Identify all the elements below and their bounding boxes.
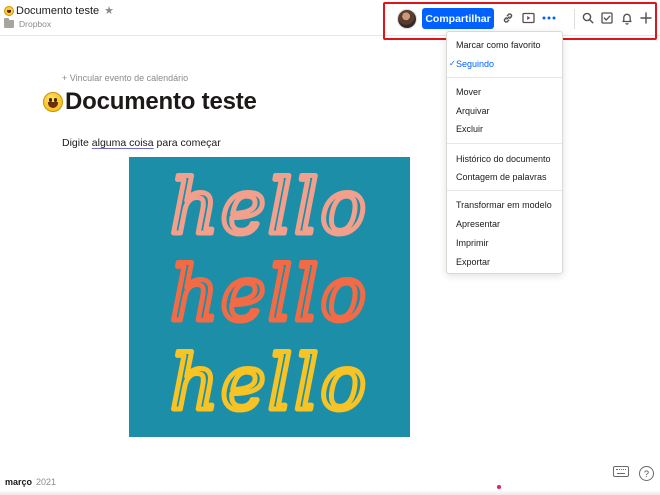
menu-item-following[interactable]: Seguindo [456, 57, 494, 71]
check-icon: ✓ [449, 59, 456, 68]
doc-title[interactable]: Documento teste [16, 5, 99, 17]
star-icon[interactable]: ★ [104, 4, 114, 17]
search-icon[interactable] [580, 10, 596, 26]
present-icon[interactable] [520, 10, 536, 26]
plus-icon[interactable] [638, 10, 654, 26]
more-icon[interactable] [541, 10, 557, 26]
hello-text-1: hello [170, 162, 368, 251]
footer-month: março [5, 477, 33, 487]
breadcrumb-folder[interactable]: Dropbox [19, 19, 51, 29]
doc-title-row[interactable]: Documento teste ★ [4, 4, 114, 17]
avatar[interactable] [397, 9, 417, 29]
body-text-underlined: alguma coisa [91, 137, 154, 149]
breadcrumb[interactable]: Dropbox [4, 18, 51, 29]
share-button[interactable]: Compartilhar [422, 8, 494, 29]
menu-item-present[interactable]: Apresentar [456, 217, 500, 231]
bell-icon[interactable] [619, 10, 635, 26]
menu-item-template[interactable]: Transformar em modelo [456, 198, 552, 212]
menu-item-export[interactable]: Exportar [456, 255, 490, 269]
help-icon[interactable]: ? [639, 466, 654, 481]
menu-item-move[interactable]: Mover [456, 85, 481, 99]
smiley-emoji-icon [43, 92, 63, 112]
doc-body-paragraph[interactable]: Digite alguma coisa para começar [62, 137, 221, 149]
checkbox-icon[interactable] [599, 10, 615, 26]
menu-divider [447, 77, 562, 78]
smiley-emoji-icon [4, 5, 14, 16]
menu-item-delete[interactable]: Excluir [456, 122, 483, 136]
more-options-menu: Marcar como favorito ✓ Seguindo Mover Ar… [446, 31, 563, 274]
toolbar-divider [574, 9, 575, 29]
page-title-text[interactable]: Documento teste [65, 88, 257, 116]
folder-icon [4, 18, 14, 28]
menu-divider [447, 190, 562, 191]
hello-image[interactable]: hello hello hello [129, 157, 410, 437]
link-calendar-event[interactable]: + Vincular evento de calendário [62, 73, 188, 83]
footer-date: março 2021 [5, 477, 56, 487]
menu-item-print[interactable]: Imprimir [456, 236, 489, 250]
notification-dot [497, 485, 501, 489]
hello-text-2: hello [170, 249, 368, 338]
bottom-edge [0, 490, 660, 495]
body-text-end: para começar [153, 137, 221, 149]
menu-item-archive[interactable]: Arquivar [456, 104, 490, 118]
menu-divider [447, 143, 562, 144]
body-text-start: Digite [62, 137, 92, 149]
keyboard-shortcuts-icon[interactable] [613, 466, 629, 477]
menu-item-favorite[interactable]: Marcar como favorito [456, 38, 541, 52]
page-title[interactable]: Documento teste [43, 88, 257, 116]
menu-item-history[interactable]: Histórico do documento [456, 152, 551, 166]
menu-item-word-count[interactable]: Contagem de palavras [456, 170, 547, 184]
hello-text-3: hello [170, 338, 368, 427]
link-icon[interactable] [500, 10, 516, 26]
footer-year: 2021 [36, 477, 57, 487]
